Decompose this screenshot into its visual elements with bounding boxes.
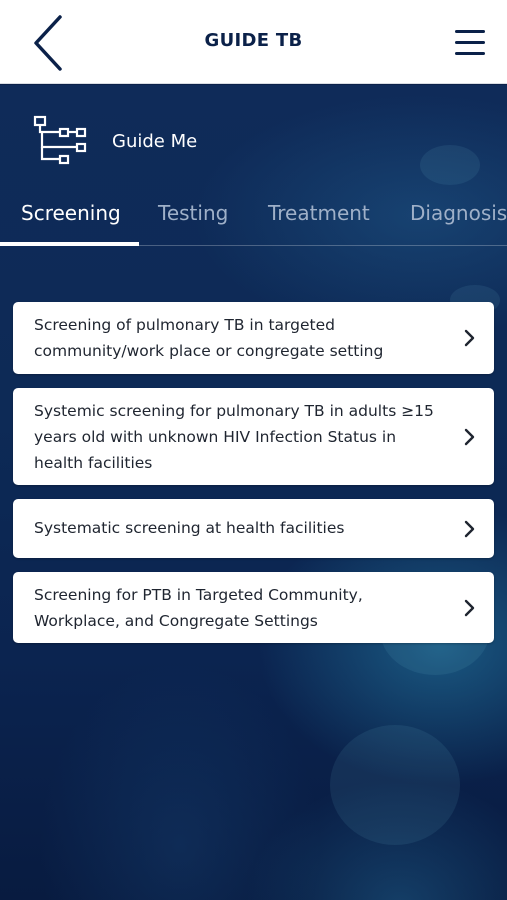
list-item-title: Screening for PTB in Targeted Community,… [34,586,363,630]
hamburger-menu-icon [455,30,485,55]
tab-diagnosis[interactable]: Diagnosis [410,201,507,225]
list-item-title: Systematic screening at health facilitie… [34,519,345,537]
list-item-title: Systemic screening for pulmonary TB in a… [34,402,434,472]
top-app-bar: GUIDE TB [0,0,507,84]
list-item[interactable]: Screening of pulmonary TB in targeted co… [13,302,494,374]
tab-screening[interactable]: Screening [21,201,121,225]
category-tabs: Screening Testing Treatment Diagnosis [0,185,507,247]
menu-button[interactable] [452,26,488,58]
tab-treatment[interactable]: Treatment [268,201,370,225]
chevron-right-icon [464,599,475,617]
list-item[interactable]: Screening for PTB in Targeted Community,… [13,572,494,643]
background-decoration [420,145,480,185]
active-tab-indicator [0,242,139,246]
flowchart-icon [33,115,87,165]
background-decoration [330,725,460,845]
chevron-right-icon [464,428,475,446]
guide-me-button[interactable]: Guide Me [32,115,332,171]
guide-me-label: Guide Me [112,131,198,152]
list-item-title: Screening of pulmonary TB in targeted co… [34,316,384,360]
page-title: GUIDE TB [204,30,303,51]
chevron-right-icon [464,329,475,347]
list-item[interactable]: Systematic screening at health facilitie… [13,499,494,558]
tab-testing[interactable]: Testing [158,201,228,225]
main-content: Guide Me Screening Testing Treatment Dia… [0,85,507,900]
chevron-right-icon [464,520,475,538]
list-item[interactable]: Systemic screening for pulmonary TB in a… [13,388,494,485]
